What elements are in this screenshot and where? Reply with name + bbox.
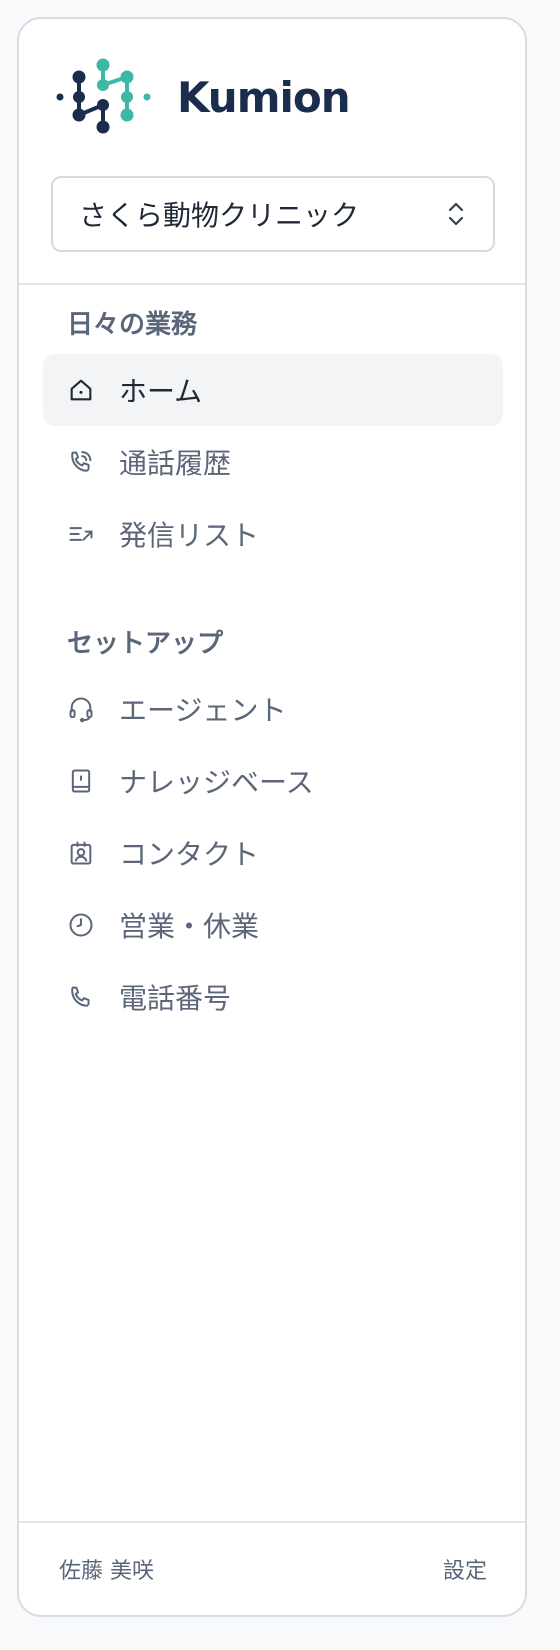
nav-item-label: ホーム [119,375,203,408]
outbound-list-icon [67,520,95,548]
nav-item-label: 営業・休業 [119,910,260,943]
nav-item-phone-numbers[interactable]: 電話番号 [43,961,503,1033]
nav-item-label: ナレッジベース [119,766,314,799]
organization-select[interactable]: さくら動物クリニック [51,176,495,252]
brand[interactable]: Kumion [55,57,351,137]
headset-icon [67,695,95,723]
nav-item-label: エージェント [119,694,287,727]
brand-name: Kumion [177,72,351,122]
book-icon [67,767,95,795]
divider [19,1521,525,1523]
section-title-daily: 日々の業務 [67,310,198,340]
nav-item-contacts[interactable]: コンタクト [43,817,503,889]
nav-item-label: 通話履歴 [119,447,232,480]
sidebar: Kumion さくら動物クリニック 日々の業務 ホーム 通話履歴 発信リスト セ… [17,17,527,1617]
nav-item-label: 電話番号 [119,982,232,1015]
nav-item-agents[interactable]: エージェント [43,673,503,745]
nav-item-label: 発信リスト [119,519,260,552]
nav-item-label: コンタクト [119,838,260,871]
user-name[interactable]: 佐藤 美咲 [59,1553,154,1585]
settings-link[interactable]: 設定 [443,1553,487,1585]
contact-card-icon [67,839,95,867]
phone-icon [67,983,95,1011]
nav-item-call-history[interactable]: 通話履歴 [43,426,503,498]
nav-item-knowledge-base[interactable]: ナレッジベース [43,745,503,817]
phone-history-icon [67,448,95,476]
clock-icon [67,911,95,939]
section-title-setup: セットアップ [67,629,224,659]
home-icon [67,376,95,404]
kumion-logo-icon [56,58,151,134]
divider [19,283,525,285]
nav-item-home[interactable]: ホーム [43,354,503,426]
chevron-up-down-icon [448,202,464,226]
nav-item-outbound-list[interactable]: 発信リスト [43,498,503,570]
organization-select-value: さくら動物クリニック [79,199,360,232]
nav-item-business-hours[interactable]: 営業・休業 [43,889,503,961]
